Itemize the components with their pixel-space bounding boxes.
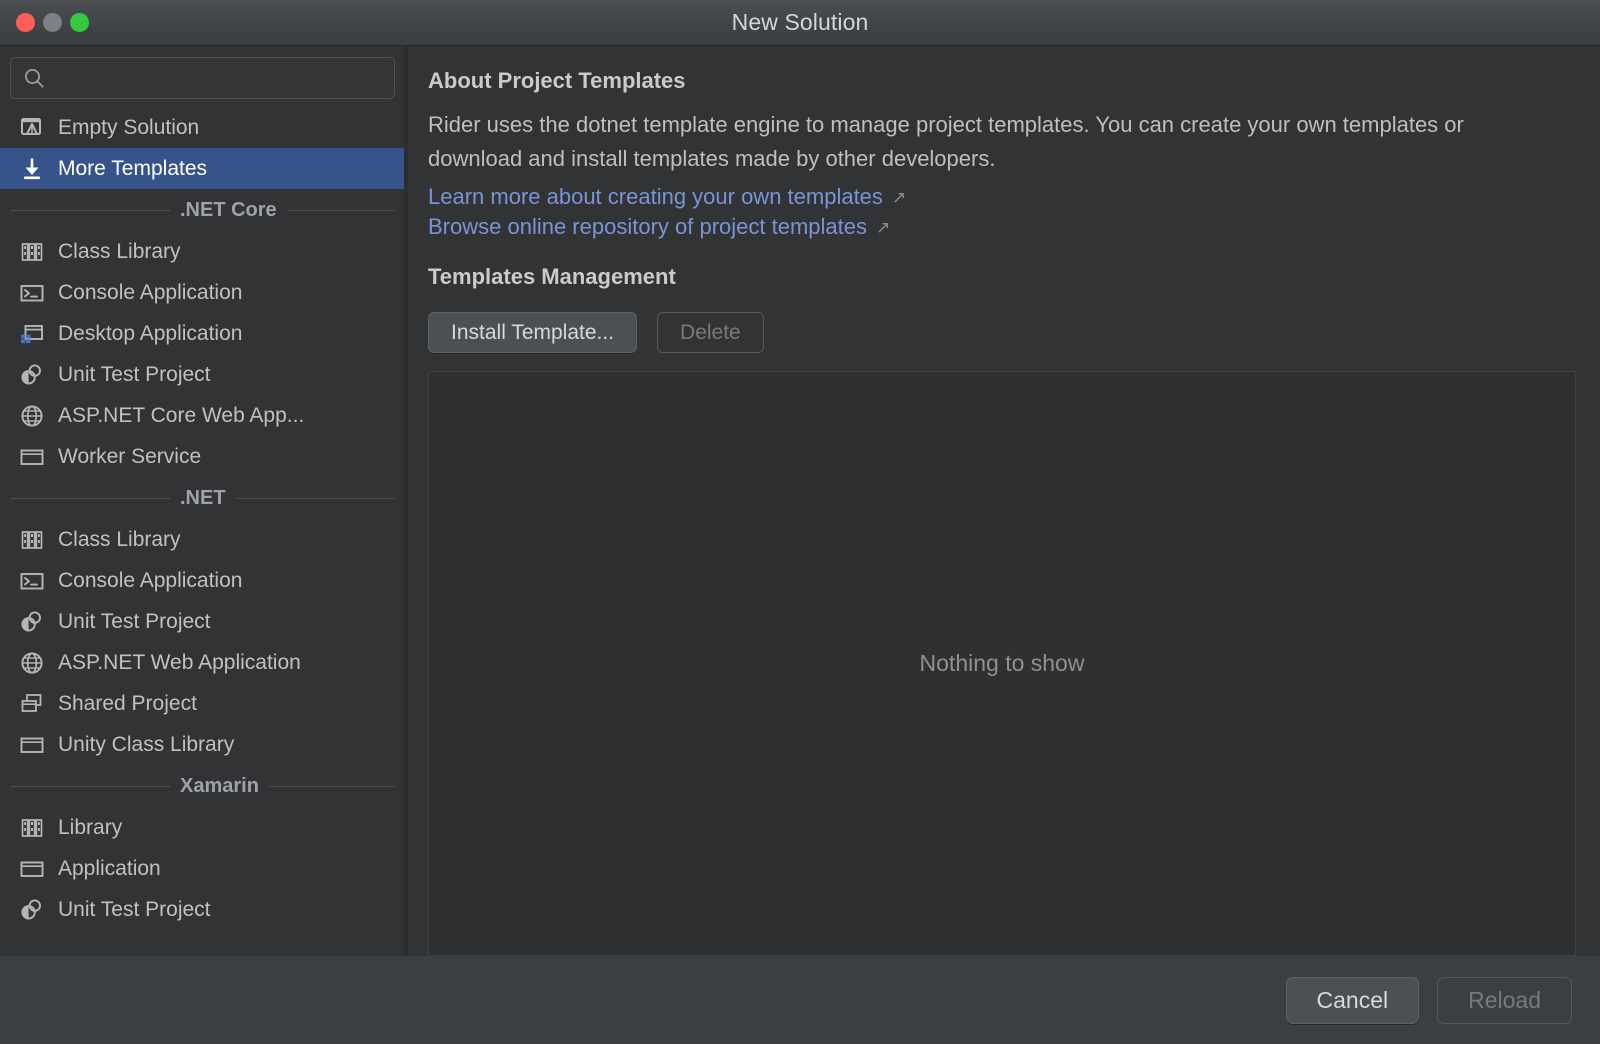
window-icon — [19, 856, 45, 882]
external-link-icon: ↗ — [891, 187, 907, 207]
unit-test-icon — [19, 609, 45, 635]
sidebar-item-label: Class Library — [58, 527, 181, 551]
management-buttons: Install Template... Delete — [428, 312, 1576, 353]
window-controls — [16, 0, 89, 45]
search-container — [0, 46, 404, 107]
sidebar-item-asp-net-web-application[interactable]: ASP.NET Web Application — [0, 642, 404, 683]
sidebar-group-title: .NET Core — [180, 198, 277, 221]
learn-more-link[interactable]: Learn more about creating your own templ… — [428, 184, 883, 210]
unit-test-icon — [19, 362, 45, 388]
about-body: Rider uses the dotnet template engine to… — [428, 112, 1464, 171]
sidebar-item-label: ASP.NET Web Application — [58, 650, 301, 674]
sidebar-item-label: Unity Class Library — [58, 732, 235, 756]
group-rule-left — [10, 209, 170, 211]
class-library-icon — [19, 527, 45, 553]
shared-project-icon — [19, 691, 45, 717]
sidebar-item-label: Application — [58, 856, 161, 880]
search-input[interactable] — [54, 66, 382, 90]
empty-solution-icon — [19, 115, 45, 141]
search-icon — [23, 67, 45, 89]
about-heading: About Project Templates — [428, 68, 686, 93]
sidebar-item-shared-project[interactable]: Shared Project — [0, 683, 404, 724]
sidebar-item-label: Class Library — [58, 239, 181, 263]
new-solution-dialog: New Solution Empty Solution More Templat… — [0, 0, 1600, 1044]
sidebar-item-desktop-application[interactable]: Desktop Application — [0, 313, 404, 354]
window-icon — [19, 732, 45, 758]
sidebar-item-label: Unit Test Project — [58, 362, 211, 386]
minimize-button[interactable] — [43, 13, 62, 32]
reload-button[interactable]: Reload — [1437, 976, 1572, 1024]
sidebar-item-label: Desktop Application — [58, 321, 243, 345]
sidebar-item-class-library[interactable]: Class Library — [0, 231, 404, 272]
window-icon — [19, 444, 45, 470]
sidebar-item-empty-solution[interactable]: Empty Solution — [0, 107, 404, 148]
sidebar-item-library[interactable]: Library — [0, 807, 404, 848]
browse-repository-link[interactable]: Browse online repository of project temp… — [428, 214, 867, 240]
group-rule-right — [235, 497, 395, 499]
zoom-button[interactable] — [70, 13, 89, 32]
globe-icon — [19, 403, 45, 429]
unit-test-icon — [19, 897, 45, 923]
install-template-button[interactable]: Install Template... — [428, 312, 638, 353]
sidebar-item-more-templates[interactable]: More Templates — [0, 148, 404, 189]
sidebar-item-application[interactable]: Application — [0, 848, 404, 889]
sidebar-item-unit-test-project[interactable]: Unit Test Project — [0, 889, 404, 930]
sidebar-group-header: Xamarin — [0, 765, 404, 807]
class-library-icon — [19, 239, 45, 265]
sidebar-item-asp-net-core-web-app[interactable]: ASP.NET Core Web App... — [0, 395, 404, 436]
group-rule-left — [10, 497, 170, 499]
sidebar-item-unit-test-project[interactable]: Unit Test Project — [0, 354, 404, 395]
group-rule-left — [10, 785, 170, 787]
management-heading: Templates Management — [428, 264, 676, 289]
delete-template-button[interactable]: Delete — [657, 312, 764, 353]
desktop-window-icon — [19, 321, 45, 347]
dialog-footer: Cancel Reload — [0, 956, 1600, 1044]
sidebar-item-label: Worker Service — [58, 444, 202, 468]
search-box[interactable] — [10, 57, 395, 99]
sidebar-item-console-application[interactable]: Console Application — [0, 272, 404, 313]
window-titlebar: New Solution — [0, 0, 1600, 46]
template-type-list: Empty Solution More Templates .NET Core C… — [0, 107, 404, 956]
sidebar-item-console-application[interactable]: Console Application — [0, 560, 404, 601]
sidebar-group-header: .NET Core — [0, 189, 404, 231]
sidebar-item-label: Library — [58, 815, 123, 839]
sidebar-item-label: Unit Test Project — [58, 897, 211, 921]
globe-icon — [19, 650, 45, 676]
empty-state-message: Nothing to show — [919, 650, 1085, 676]
templates-sidebar: Empty Solution More Templates .NET Core C… — [0, 46, 408, 956]
sidebar-group-title: Xamarin — [180, 774, 259, 797]
group-rule-right — [268, 785, 395, 787]
sidebar-item-label: Console Application — [58, 568, 243, 592]
sidebar-item-label: Shared Project — [58, 691, 197, 715]
console-icon — [19, 280, 45, 306]
dialog-body: Empty Solution More Templates .NET Core C… — [0, 46, 1600, 956]
cancel-button[interactable]: Cancel — [1285, 976, 1420, 1024]
external-link-icon: ↗ — [876, 217, 891, 237]
close-button[interactable] — [16, 13, 35, 32]
sidebar-group-header: .NET — [0, 477, 404, 519]
sidebar-item-unity-class-library[interactable]: Unity Class Library — [0, 724, 404, 765]
sidebar-item-class-library[interactable]: Class Library — [0, 519, 404, 560]
sidebar-item-label: Empty Solution — [58, 115, 200, 139]
class-library-icon — [19, 815, 45, 841]
browse-repo-link-row[interactable]: Browse online repository of project temp… — [428, 214, 1576, 240]
sidebar-item-unit-test-project[interactable]: Unit Test Project — [0, 601, 404, 642]
group-rule-right — [286, 209, 395, 211]
detail-pane: About Project Templates Rider uses the d… — [408, 46, 1600, 956]
download-icon — [19, 156, 45, 182]
sidebar-item-label: Console Application — [58, 280, 243, 304]
learn-more-link-row[interactable]: Learn more about creating your own templ… — [428, 184, 1576, 210]
console-icon — [19, 568, 45, 594]
sidebar-item-label: More Templates — [58, 156, 208, 180]
sidebar-group-title: .NET — [180, 486, 226, 509]
sidebar-item-label: ASP.NET Core Web App... — [58, 403, 305, 427]
sidebar-item-worker-service[interactable]: Worker Service — [0, 436, 404, 477]
window-title: New Solution — [731, 9, 869, 35]
sidebar-item-label: Unit Test Project — [58, 609, 211, 633]
installed-templates-list: Nothing to show — [428, 371, 1576, 956]
